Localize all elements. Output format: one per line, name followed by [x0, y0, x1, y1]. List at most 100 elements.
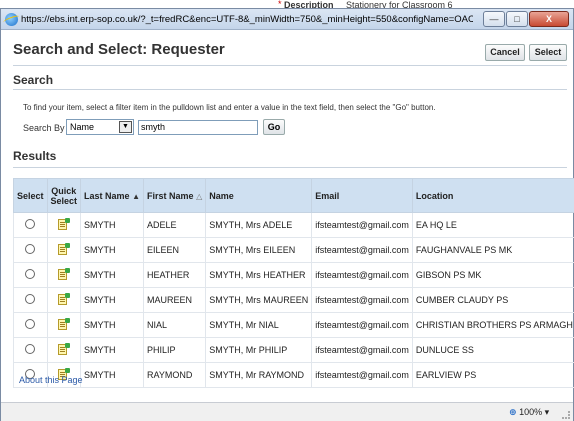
- cell-email: ifsteamtest@gmail.com: [311, 337, 413, 363]
- select-button[interactable]: Select: [529, 44, 567, 61]
- minimize-button[interactable]: —: [483, 11, 505, 27]
- cell-first-name: NIAL: [143, 312, 207, 338]
- cell-email: ifsteamtest@gmail.com: [311, 287, 413, 313]
- sort-ascending-icon: ▲: [132, 191, 141, 201]
- cell-first-name: RAYMOND: [143, 362, 207, 388]
- cell-last-name: SMYTH: [80, 337, 145, 363]
- row-quick-select-cell: [46, 262, 82, 288]
- cell-location: EA HQ LE: [411, 212, 574, 238]
- cell-email: ifsteamtest@gmail.com: [311, 362, 413, 388]
- cell-first-name: HEATHER: [143, 262, 207, 288]
- popup-window: https://ebs.int.erp-sop.co.uk/?_t=fredRC…: [0, 8, 574, 421]
- cell-location: CUMBER CLAUDY PS: [411, 287, 574, 313]
- column-header-email: Email: [311, 178, 413, 213]
- cell-first-name: PHILIP: [143, 337, 207, 363]
- search-heading: Search: [13, 73, 54, 87]
- cell-location: GIBSON PS MK: [411, 262, 574, 288]
- row-select-radio[interactable]: [25, 269, 36, 279]
- page-title: Search and Select: Requester: [13, 41, 225, 58]
- row-select-cell: [13, 237, 48, 263]
- ie-icon: [5, 13, 18, 26]
- cell-email: ifsteamtest@gmail.com: [311, 312, 413, 338]
- row-select-cell: [13, 287, 48, 313]
- row-select-radio[interactable]: [25, 244, 36, 254]
- cell-location: FAUGHANVALE PS MK: [411, 237, 574, 263]
- cell-name: SMYTH, Mrs MAUREEN: [205, 287, 313, 313]
- results-divider: [13, 167, 567, 168]
- row-quick-select-cell: [46, 337, 82, 363]
- quick-select-icon[interactable]: [58, 268, 71, 280]
- column-header-last-name[interactable]: Last Name ▲: [80, 178, 145, 213]
- row-select-radio[interactable]: [25, 294, 36, 304]
- window-title: https://ebs.int.erp-sop.co.uk/?_t=fredRC…: [21, 14, 473, 25]
- cell-name: SMYTH, Mr PHILIP: [205, 337, 313, 363]
- quick-select-icon[interactable]: [58, 343, 71, 355]
- row-quick-select-cell: [46, 212, 82, 238]
- cell-name: SMYTH, Mr RAYMOND: [205, 362, 313, 388]
- first-name-header-label: First Name: [147, 190, 194, 201]
- results-heading: Results: [13, 149, 57, 163]
- resize-grip-icon[interactable]: [562, 411, 570, 419]
- cell-email: ifsteamtest@gmail.com: [311, 262, 413, 288]
- search-instructions: To find your item, select a filter item …: [23, 103, 436, 112]
- table-row: SMYTH EILEEN SMYTH, Mrs EILEEN ifsteamtest@…: [13, 237, 574, 263]
- quick-select-icon[interactable]: [58, 293, 71, 305]
- table-row: SMYTH NIAL SMYTH, Mr NIAL ifsteamtest@gmail…: [13, 312, 574, 338]
- row-select-radio[interactable]: [25, 219, 36, 229]
- table-row: SMYTH PHILIP SMYTH, Mr PHILIP ifsteamtest@g…: [13, 337, 574, 363]
- row-quick-select-cell: [46, 237, 82, 263]
- row-quick-select-cell: [46, 312, 82, 338]
- row-select-radio[interactable]: [25, 344, 36, 354]
- table-row: SMYTH HEATHER SMYTH, Mrs HEATHER ifsteamtes…: [13, 262, 574, 288]
- search-input[interactable]: smyth: [138, 120, 258, 135]
- last-name-header-label: Last Name: [84, 190, 130, 201]
- cell-first-name: EILEEN: [143, 237, 207, 263]
- search-by-label: Search By: [23, 123, 65, 133]
- column-header-location: Location: [411, 178, 574, 213]
- column-header-select: Select: [13, 178, 48, 213]
- quick-select-icon[interactable]: [58, 218, 71, 230]
- column-header-first-name[interactable]: First Name △: [143, 178, 207, 213]
- column-header-name: Name: [205, 178, 313, 213]
- table-header-row: Select Quick Select Last Name ▲ First Na…: [13, 178, 574, 213]
- cell-first-name: MAUREEN: [143, 287, 207, 313]
- cell-name: SMYTH, Mrs EILEEN: [205, 237, 313, 263]
- row-select-radio[interactable]: [25, 319, 36, 329]
- cell-last-name: SMYTH: [80, 287, 145, 313]
- search-filter-value: Name: [70, 122, 95, 132]
- table-row: SMYTH ADELE SMYTH, Mrs ADELE ifsteamtest@gm…: [13, 212, 574, 238]
- row-select-cell: [13, 212, 48, 238]
- table-row: SMYTH MAUREEN SMYTH, Mrs MAUREEN ifsteamtes…: [13, 287, 574, 313]
- search-divider: [13, 89, 567, 90]
- cell-last-name: SMYTH: [80, 312, 145, 338]
- cell-name: SMYTH, Mrs HEATHER: [205, 262, 313, 288]
- title-divider: [13, 65, 567, 66]
- row-quick-select-cell: [46, 287, 82, 313]
- row-select-cell: [13, 262, 48, 288]
- sort-unsorted-icon: △: [196, 191, 203, 201]
- about-page-link[interactable]: About this Page: [19, 375, 83, 385]
- zoom-icon: ⊕: [509, 407, 517, 417]
- search-filter-select[interactable]: Name ▼: [66, 119, 134, 135]
- cell-name: SMYTH, Mrs ADELE: [205, 212, 313, 238]
- cancel-button[interactable]: Cancel: [485, 44, 525, 61]
- results-table: Select Quick Select Last Name ▲ First Na…: [13, 178, 574, 388]
- cell-email: ifsteamtest@gmail.com: [311, 212, 413, 238]
- page-content: Search and Select: Requester Cancel Sele…: [5, 31, 574, 401]
- zoom-control[interactable]: ⊕ 100% ▾: [509, 407, 549, 418]
- maximize-button[interactable]: □: [506, 11, 528, 27]
- cell-last-name: SMYTH: [80, 237, 145, 263]
- quick-select-icon[interactable]: [58, 243, 71, 255]
- cell-last-name: SMYTH: [80, 262, 145, 288]
- window-titlebar[interactable]: https://ebs.int.erp-sop.co.uk/?_t=fredRC…: [1, 9, 573, 30]
- quick-select-icon[interactable]: [58, 318, 71, 330]
- status-bar: ⊕ 100% ▾: [1, 402, 573, 421]
- chevron-down-icon[interactable]: ▼: [119, 121, 132, 133]
- column-header-quick-select: Quick Select: [46, 178, 82, 213]
- go-button[interactable]: Go: [263, 119, 285, 135]
- cell-first-name: ADELE: [143, 212, 207, 238]
- cell-email: ifsteamtest@gmail.com: [311, 237, 413, 263]
- close-button[interactable]: X: [529, 11, 569, 27]
- cell-last-name: SMYTH: [80, 212, 145, 238]
- cell-location: DUNLUCE SS: [411, 337, 574, 363]
